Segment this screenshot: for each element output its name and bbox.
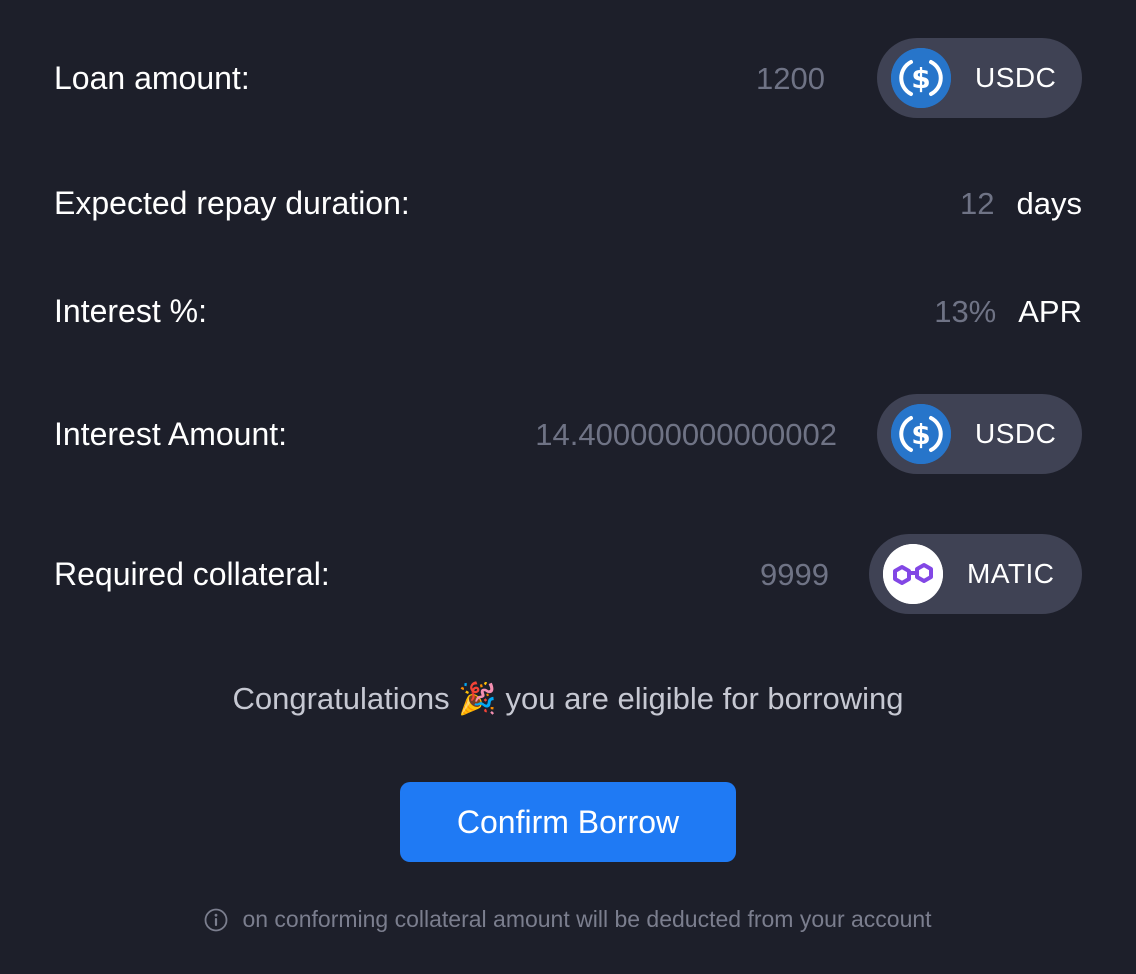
loan-token-name: USDC: [975, 62, 1057, 93]
svg-text:$: $: [911, 62, 930, 95]
repay-duration-unit: days: [1016, 185, 1082, 221]
interest-rate-unit: APR: [1018, 293, 1082, 329]
collateral-token-selector[interactable]: MATIC: [869, 534, 1082, 614]
interest-rate-label: Interest %:: [54, 293, 207, 329]
loan-amount-row: Loan amount: 1200 $ USDC: [54, 38, 1082, 118]
usdc-icon: $: [891, 48, 951, 108]
collateral-label: Required collateral:: [54, 556, 330, 592]
deduction-note-text: on conforming collateral amount will be …: [242, 906, 932, 932]
eligibility-message-start: Congratulations: [232, 681, 450, 716]
loan-token-selector[interactable]: $ USDC: [877, 38, 1082, 118]
collateral-value: 9999: [760, 556, 829, 592]
eligibility-message-end: you are eligible for borrowing: [505, 681, 904, 716]
borrow-summary-panel: Loan amount: 1200 $ USDC Expected repay …: [0, 0, 1136, 974]
interest-amount-value: 14.400000000000002: [535, 416, 837, 452]
loan-amount-value: 1200: [756, 60, 825, 96]
repay-duration-value: 12: [960, 185, 995, 221]
svg-text:$: $: [911, 418, 930, 451]
interest-token-name: USDC: [975, 418, 1057, 449]
interest-rate-value: 13%: [934, 293, 997, 329]
matic-icon: [883, 544, 943, 604]
repay-duration-row: Expected repay duration: 12 days: [54, 183, 1082, 223]
collateral-token-name: MATIC: [967, 558, 1055, 589]
deduction-note: on conforming collateral amount will be …: [0, 906, 1136, 933]
interest-token-selector[interactable]: $ USDC: [877, 394, 1082, 474]
eligibility-message: Congratulations 🎉 you are eligible for b…: [0, 680, 1136, 717]
repay-duration-label: Expected repay duration:: [54, 185, 410, 221]
collateral-row: Required collateral: 9999 MATIC: [54, 534, 1082, 614]
loan-amount-label: Loan amount:: [54, 60, 250, 96]
interest-amount-label: Interest Amount:: [54, 416, 288, 452]
info-icon: [204, 908, 228, 932]
confirm-borrow-button[interactable]: Confirm Borrow: [400, 782, 736, 862]
party-popper-icon: 🎉: [458, 681, 497, 716]
usdc-icon: $: [891, 404, 951, 464]
interest-rate-row: Interest %: 13% APR: [54, 291, 1082, 331]
interest-amount-row: Interest Amount: 14.400000000000002 $ US…: [54, 394, 1082, 474]
